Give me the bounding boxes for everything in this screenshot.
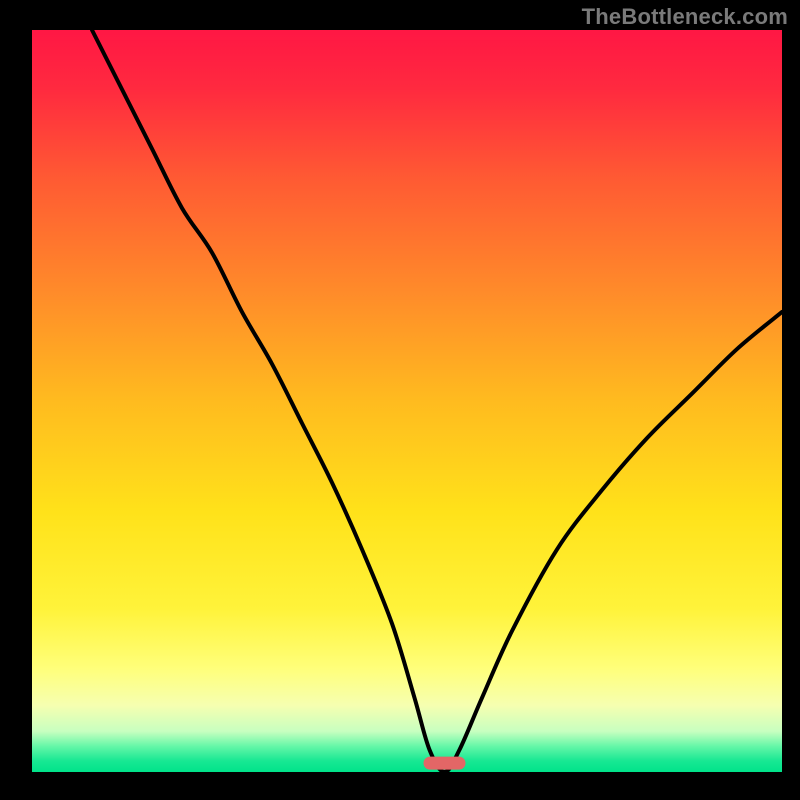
optimal-range-marker [424,757,466,770]
chart-container: { "watermark": "TheBottleneck.com", "col… [0,0,800,800]
plot-background [32,30,782,772]
watermark-text: TheBottleneck.com [582,4,788,30]
chart-svg [0,0,800,800]
